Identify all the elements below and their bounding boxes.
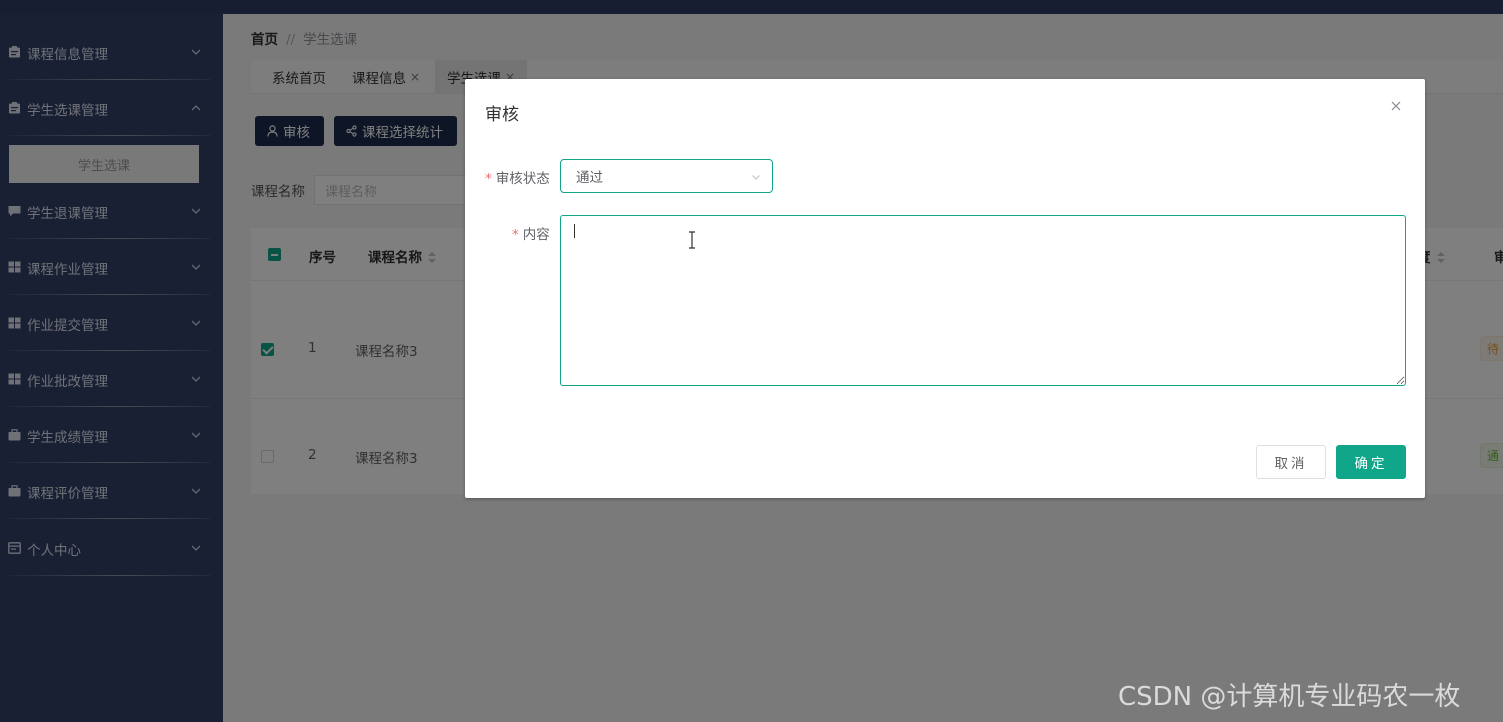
watermark-text: CSDN @计算机专业码农一枚: [1118, 682, 1461, 712]
required-mark: *: [485, 171, 492, 187]
content-field-label-text: 内容: [522, 227, 550, 243]
required-mark: *: [512, 227, 519, 243]
close-icon[interactable]: [1389, 99, 1403, 113]
audit-status-select[interactable]: 通过: [560, 159, 773, 193]
cancel-button[interactable]: 取消: [1256, 445, 1326, 479]
audit-status-value: 通过: [576, 170, 603, 186]
dialog-title: 审核: [485, 105, 519, 125]
text-caret: [574, 224, 575, 238]
confirm-button[interactable]: 确定: [1336, 445, 1406, 479]
chevron-down-icon: [752, 175, 760, 180]
status-field-label: * 审核状态: [485, 167, 550, 187]
text-cursor-icon: [689, 231, 695, 249]
status-field-label-text: 审核状态: [495, 171, 550, 187]
audit-dialog: 审核 * 审核状态 通过 * 内容 取消 确定: [465, 79, 1425, 498]
content-field-label: * 内容: [512, 223, 550, 243]
